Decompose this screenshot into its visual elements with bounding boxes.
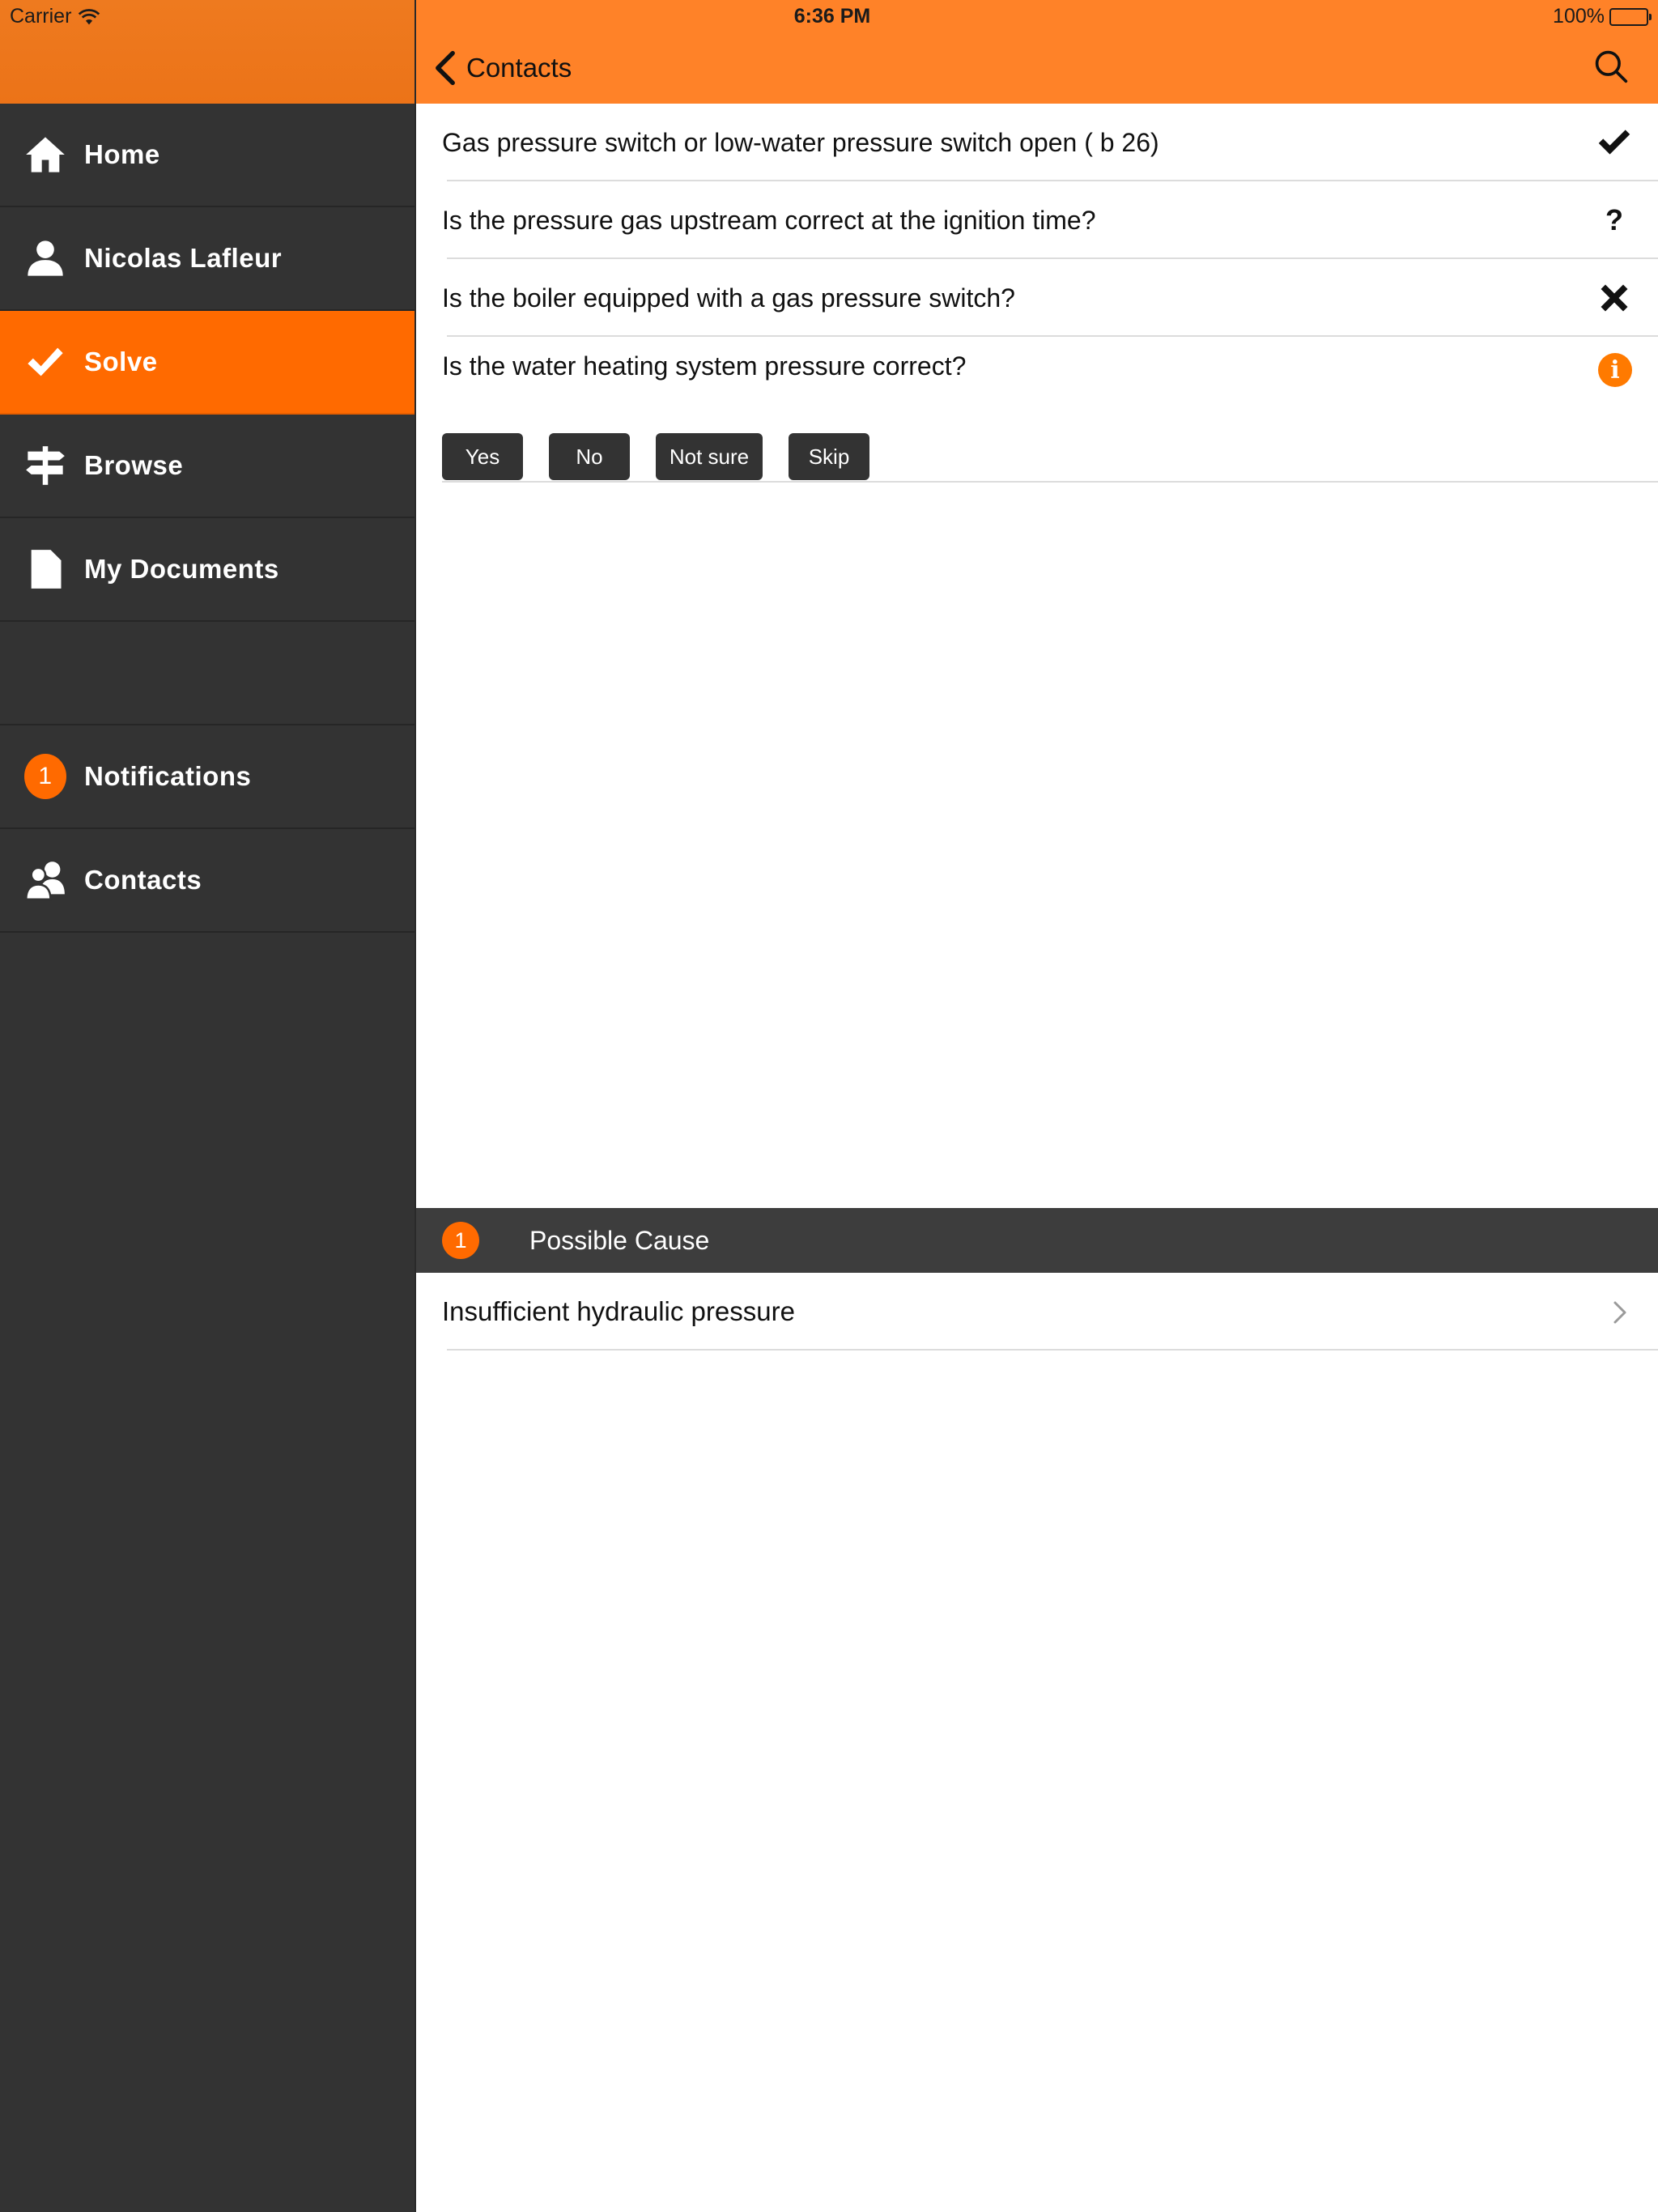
- current-question: Is the water heating system pressure cor…: [416, 337, 1658, 483]
- battery: 100%: [1553, 5, 1652, 28]
- sidebar-item-contacts[interactable]: Contacts: [0, 829, 414, 933]
- chevron-left-icon: [436, 50, 455, 86]
- cross-icon: [1596, 280, 1632, 316]
- sidebar-item-label: Home: [84, 139, 160, 169]
- no-button[interactable]: No: [549, 433, 630, 480]
- back-label: Contacts: [466, 53, 572, 83]
- user-icon: [24, 237, 66, 279]
- not-sure-button[interactable]: Not sure: [656, 433, 763, 480]
- sidebar-item-profile[interactable]: Nicolas Lafleur: [0, 207, 414, 311]
- cause-count-badge: 1: [442, 1222, 479, 1259]
- battery-label: 100%: [1553, 5, 1605, 28]
- sidebar-item-label: Contacts: [84, 865, 202, 895]
- sidebar: Home Nicolas Lafleur Solve Browse My Doc…: [0, 0, 414, 2212]
- info-icon[interactable]: i: [1598, 353, 1632, 387]
- clock: 6:36 PM: [793, 5, 871, 28]
- document-icon: [24, 548, 66, 590]
- sidebar-item-solve[interactable]: Solve: [0, 311, 414, 415]
- possible-cause-header: 1 Possible Cause: [416, 1208, 1658, 1273]
- question-mark-icon: ?: [1605, 203, 1623, 236]
- sidebar-item-notifications[interactable]: 1 Notifications: [0, 725, 414, 829]
- sidebar-item-documents[interactable]: My Documents: [0, 518, 414, 622]
- main-panel: Contacts Gas pressure switch or low-wate…: [414, 0, 1658, 2212]
- cause-row[interactable]: Insufficient hydraulic pressure: [416, 1273, 1658, 1351]
- sidebar-item-browse[interactable]: Browse: [0, 415, 414, 518]
- chevron-right-icon: [1613, 1301, 1626, 1324]
- skip-button[interactable]: Skip: [789, 433, 869, 480]
- answer-buttons: Yes No Not sure Skip: [442, 433, 895, 480]
- sidebar-item-label: My Documents: [84, 554, 279, 584]
- search-icon[interactable]: [1593, 49, 1629, 84]
- question-row[interactable]: Is the boiler equipped with a gas pressu…: [416, 259, 1658, 337]
- sidebar-item-label: Browse: [84, 450, 184, 480]
- home-icon: [24, 134, 66, 176]
- sidebar-spacer: [0, 622, 414, 725]
- question-text: Is the water heating system pressure cor…: [442, 351, 967, 381]
- sidebar-item-label: Notifications: [84, 761, 252, 791]
- sidebar-item-home[interactable]: Home: [0, 104, 414, 207]
- section-title: Possible Cause: [529, 1225, 710, 1255]
- yes-button[interactable]: Yes: [442, 433, 523, 480]
- status-bar: Carrier 6:36 PM 100%: [0, 0, 1658, 32]
- check-icon: [24, 341, 66, 383]
- sidebar-item-label: Solve: [84, 347, 158, 376]
- question-row[interactable]: Is the pressure gas upstream correct at …: [416, 181, 1658, 259]
- question-text: Is the boiler equipped with a gas pressu…: [442, 283, 1015, 313]
- battery-icon: [1609, 7, 1652, 26]
- question-text: Gas pressure switch or low-water pressur…: [442, 127, 1159, 157]
- cause-text: Insufficient hydraulic pressure: [442, 1296, 795, 1326]
- row-divider: [447, 1349, 1658, 1351]
- signpost-icon: [24, 445, 66, 487]
- row-divider: [442, 481, 1658, 483]
- question-text: Is the pressure gas upstream correct at …: [442, 205, 1096, 235]
- checkmark-icon: [1596, 125, 1632, 160]
- question-row[interactable]: Gas pressure switch or low-water pressur…: [416, 104, 1658, 181]
- back-button[interactable]: Contacts: [434, 50, 572, 86]
- contacts-icon: [24, 859, 66, 901]
- notification-badge: 1: [24, 754, 66, 799]
- sidebar-item-label: Nicolas Lafleur: [84, 243, 283, 273]
